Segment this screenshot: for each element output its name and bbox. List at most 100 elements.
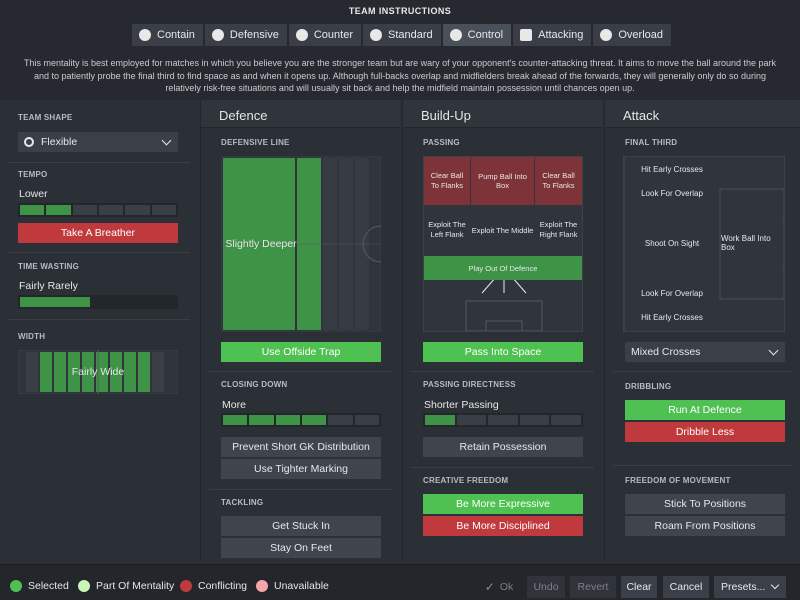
tempo-label: TEMPO — [18, 170, 48, 179]
checkmark-icon: ✓ — [484, 580, 495, 594]
slider-segment — [223, 415, 248, 425]
defence-header: Defence — [201, 100, 400, 128]
ok-button[interactable]: ✓ Ok — [478, 576, 520, 598]
stick-to-positions-button[interactable]: Stick To Positions — [625, 494, 785, 514]
flexible-icon — [24, 137, 34, 147]
prevent-short-gk-distribution-button[interactable]: Prevent Short GK Distribution — [221, 437, 381, 457]
divider — [613, 465, 792, 466]
mentality-description: This mentality is best employed for matc… — [10, 57, 790, 95]
slider-segment — [456, 415, 487, 425]
slider-segment — [328, 415, 353, 425]
run-at-defence-button[interactable]: Run At Defence — [625, 400, 785, 420]
exploit-left-flank-zone[interactable]: Exploit The Left Flank — [424, 207, 470, 253]
slider-segment — [488, 415, 518, 425]
tab-attacking[interactable]: Attacking — [513, 24, 592, 46]
left-panel: TEAM SHAPE Flexible TEMPO Lower Take A B… — [0, 100, 198, 562]
overload-icon — [600, 29, 613, 41]
be-more-disciplined-button[interactable]: Be More Disciplined — [423, 516, 583, 536]
shoot-on-sight-zone[interactable]: Shoot On Sight — [625, 206, 719, 280]
presets-label: Presets... — [721, 581, 766, 593]
tab-counter[interactable]: Counter — [288, 24, 361, 46]
retain-possession-button[interactable]: Retain Possession — [423, 437, 583, 457]
hit-early-crosses-top-zone[interactable]: Hit Early Crosses — [625, 158, 719, 180]
dribbling-label: DRIBBLING — [625, 382, 672, 391]
width-value: Fairly Wide — [71, 366, 125, 378]
closing-down-value: More — [222, 399, 246, 411]
dribble-less-button[interactable]: Dribble Less — [625, 422, 785, 442]
presets-dropdown[interactable]: Presets... — [714, 576, 786, 598]
legend-label: Unavailable — [274, 580, 329, 592]
contain-icon — [139, 29, 151, 41]
slider-segment — [46, 205, 71, 215]
cancel-button[interactable]: Cancel — [663, 576, 709, 598]
defensive-line-value: Slightly Deeper — [225, 238, 297, 250]
buildup-header: Build-Up — [403, 100, 602, 128]
closing-down-slider[interactable] — [221, 413, 381, 427]
slider-segment — [301, 415, 327, 425]
exploit-right-flank-zone[interactable]: Exploit The Right Flank — [535, 207, 582, 253]
tab-defensive[interactable]: Defensive — [204, 24, 287, 46]
team-shape-value: Flexible — [41, 136, 78, 148]
revert-button[interactable]: Revert — [570, 576, 616, 598]
width-label: WIDTH — [18, 332, 46, 341]
slider-segment — [519, 415, 550, 425]
buildup-title: Build-Up — [421, 108, 471, 123]
tab-label: Control — [467, 29, 504, 41]
chevron-down-icon — [768, 345, 779, 356]
passing-directness-value: Shorter Passing — [424, 399, 499, 411]
slider-segment — [275, 415, 300, 425]
crossing-value: Mixed Crosses — [631, 346, 701, 358]
look-for-overlap-top-zone[interactable]: Look For Overlap — [625, 182, 719, 204]
time-wasting-slider[interactable] — [18, 295, 178, 309]
use-tighter-marking-button[interactable]: Use Tighter Marking — [221, 459, 381, 479]
tab-label: Contain — [157, 29, 195, 41]
crossing-select[interactable]: Mixed Crosses — [625, 342, 785, 362]
tab-control[interactable]: Control — [442, 24, 512, 46]
tab-label: Defensive — [229, 29, 279, 41]
play-out-of-defence-zone[interactable]: Play Out Of Defence — [424, 256, 582, 280]
tab-label: Standard — [387, 29, 433, 41]
legend-label: Selected — [28, 580, 69, 592]
tempo-value: Lower — [19, 188, 48, 200]
legend-unavailable: Unavailable — [256, 580, 329, 592]
legend-label: Part Of Mentality — [96, 580, 175, 592]
closing-down-label: CLOSING DOWN — [221, 380, 288, 389]
tempo-slider[interactable] — [18, 203, 178, 217]
undo-button[interactable]: Undo — [527, 576, 565, 598]
pass-into-space-button[interactable]: Pass Into Space — [423, 342, 583, 362]
pump-ball-into-box-zone[interactable]: Pump Ball Into Box — [471, 157, 534, 205]
take-a-breather-button[interactable]: Take A Breather — [18, 223, 178, 243]
divider — [209, 489, 392, 490]
tab-label: Counter — [313, 29, 353, 41]
work-ball-into-box-zone[interactable]: Work Ball Into Box — [721, 206, 783, 280]
attack-panel: Attack FINAL THIRD Hit Early Crosses Loo… — [604, 100, 800, 562]
slider-segment — [125, 205, 150, 215]
tab-standard[interactable]: Standard — [362, 24, 441, 46]
stay-on-feet-button[interactable]: Stay On Feet — [221, 538, 381, 558]
tab-contain[interactable]: Contain — [132, 24, 203, 46]
be-more-expressive-button[interactable]: Be More Expressive — [423, 494, 583, 514]
tab-overload[interactable]: Overload — [593, 24, 671, 46]
clear-ball-to-flanks-right-zone[interactable]: Clear Ball To Flanks — [535, 157, 582, 205]
passing-directness-slider[interactable] — [423, 413, 583, 427]
tackling-label: TACKLING — [221, 498, 264, 507]
selected-dot-icon — [10, 580, 22, 592]
slider-segment — [98, 205, 124, 215]
slider-segment — [20, 205, 45, 215]
time-wasting-value: Fairly Rarely — [19, 280, 78, 292]
ok-label: Ok — [499, 581, 514, 593]
divider — [8, 319, 190, 320]
divider — [411, 371, 594, 372]
exploit-middle-zone[interactable]: Exploit The Middle — [471, 207, 534, 253]
look-for-overlap-bottom-zone[interactable]: Look For Overlap — [625, 282, 719, 304]
team-shape-select[interactable]: Flexible — [18, 132, 178, 152]
use-offside-trap-button[interactable]: Use Offside Trap — [221, 342, 381, 362]
slider-segment — [151, 205, 176, 215]
chevron-down-icon — [161, 135, 172, 146]
clear-ball-to-flanks-left-zone[interactable]: Clear Ball To Flanks — [424, 157, 470, 205]
mentality-tabs: Contain Defensive Counter Standard Contr… — [132, 24, 671, 46]
roam-from-positions-button[interactable]: Roam From Positions — [625, 516, 785, 536]
hit-early-crosses-bottom-zone[interactable]: Hit Early Crosses — [625, 306, 719, 328]
get-stuck-in-button[interactable]: Get Stuck In — [221, 516, 381, 536]
clear-button[interactable]: Clear — [621, 576, 657, 598]
